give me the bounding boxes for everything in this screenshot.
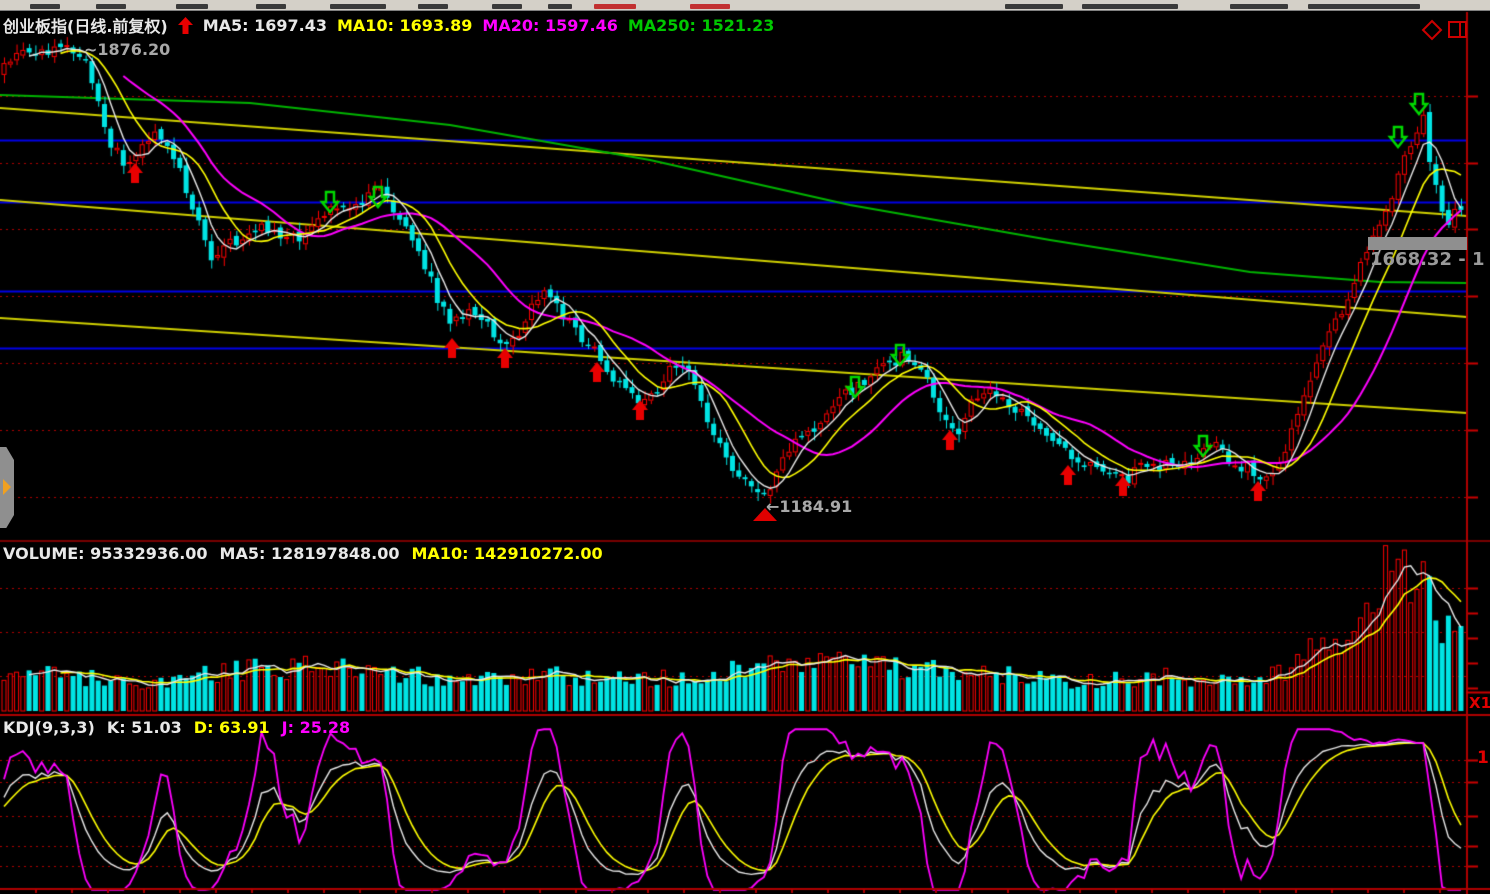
- volume-value: VOLUME: 95332936.00: [3, 544, 208, 563]
- kdj-header: KDJ(9,3,3) K: 51.03 D: 63.91 J: 25.28: [3, 718, 350, 737]
- low-price-label: ←1184.91: [766, 497, 852, 516]
- menu-bar[interactable]: [0, 0, 1490, 11]
- sidebar-expand-handle[interactable]: [0, 447, 14, 528]
- kdj-d-value: D: 63.91: [194, 718, 270, 737]
- menu-item[interactable]: [256, 4, 286, 9]
- peak-price-label: ~1876.20: [84, 40, 170, 59]
- ma250-value: MA250: 1521.23: [628, 16, 775, 35]
- menu-item[interactable]: [418, 4, 448, 9]
- kdj-j-value: J: 25.28: [282, 718, 351, 737]
- expand-arrow-icon: [3, 479, 11, 495]
- price-range-label: 1668.32 - 1: [1370, 249, 1485, 270]
- trading-app-window: 创业板指(日线.前复权) MA5: 1697.43 MA10: 1693.89 …: [0, 0, 1490, 894]
- volume-ma10-value: MA10: 142910272.00: [412, 544, 603, 563]
- menu-item[interactable]: [96, 4, 126, 9]
- ma20-value: MA20: 1597.46: [482, 16, 617, 35]
- low-triangle-marker: [753, 508, 777, 521]
- menu-item-highlight[interactable]: [690, 4, 730, 9]
- kdj-k-value: K: 51.03: [107, 718, 182, 737]
- menu-item[interactable]: [1005, 4, 1063, 9]
- volume-scale-label: X1: [1469, 694, 1490, 712]
- menu-item[interactable]: [548, 4, 572, 9]
- volume-header: VOLUME: 95332936.00 MA5: 128197848.00 MA…: [3, 544, 603, 563]
- menu-item-highlight[interactable]: [594, 4, 636, 9]
- ma10-value: MA10: 1693.89: [337, 16, 472, 35]
- menu-item[interactable]: [176, 4, 208, 9]
- window-layout-icon[interactable]: [1447, 19, 1469, 41]
- diamond-icon[interactable]: [1421, 19, 1443, 41]
- buy-signal-icon: [178, 17, 193, 34]
- instrument-title: 创业板指(日线.前复权): [3, 13, 168, 37]
- menu-item[interactable]: [492, 4, 522, 9]
- kdj-title: KDJ(9,3,3): [3, 718, 95, 737]
- menu-item[interactable]: [1308, 4, 1420, 9]
- menu-item[interactable]: [330, 4, 386, 9]
- chart-header: 创业板指(日线.前复权) MA5: 1697.43 MA10: 1693.89 …: [3, 13, 774, 37]
- ma5-value: MA5: 1697.43: [203, 16, 327, 35]
- menu-item[interactable]: [30, 4, 60, 9]
- menu-item[interactable]: [1082, 4, 1178, 9]
- menu-item[interactable]: [1230, 4, 1288, 9]
- volume-ma5-value: MA5: 128197848.00: [220, 544, 400, 563]
- kdj-scale-label: 1: [1477, 748, 1489, 768]
- chart-canvas[interactable]: [0, 0, 1490, 894]
